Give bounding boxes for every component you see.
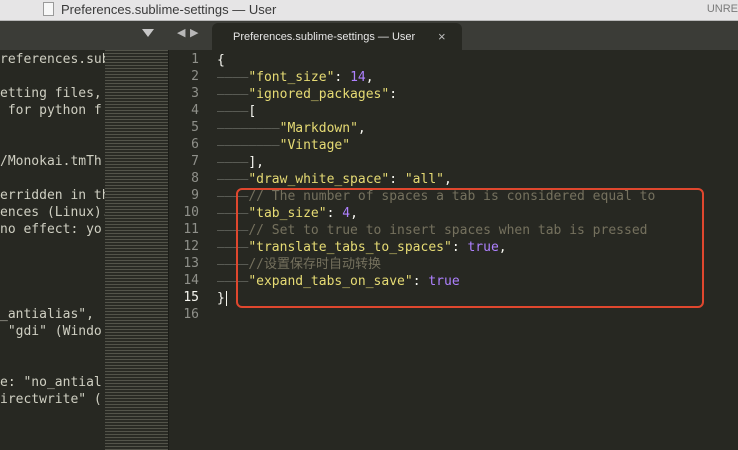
left-pane-line: etting files, [0, 86, 102, 101]
line-number: 6 [191, 137, 199, 152]
string-token: "all" [404, 172, 444, 187]
string-token: "font_size" [248, 70, 335, 85]
string-token: "draw_white_space" [248, 172, 390, 187]
line-number: 4 [191, 103, 199, 118]
line-number: 5 [191, 120, 199, 135]
text-cursor [226, 291, 227, 306]
line-number: 9 [191, 188, 199, 203]
line-number: 7 [191, 154, 199, 169]
left-pane-line: irectwrite" ( [0, 392, 102, 407]
left-pane-line: erridden in th [0, 188, 105, 203]
string-token: "ignored_packages" [248, 87, 390, 102]
whitespace-marker: ———— [217, 70, 249, 85]
line-number: 16 [183, 307, 199, 322]
line-number-gutter: 1 2 3 4 5 6 7 8 9 10 11 12 13 14 15 16 [169, 50, 209, 450]
code-line: ————"draw_white_space": "all", [217, 171, 452, 188]
left-pane-line: "gdi" (Windo [0, 324, 102, 339]
whitespace-marker: ———— [217, 104, 249, 119]
whitespace-marker: ———— [217, 87, 249, 102]
punctuation: : [389, 87, 398, 102]
punctuation: , [357, 121, 366, 136]
left-pane-line: /Monokai.tmTh [0, 154, 102, 169]
punctuation: , [444, 172, 452, 187]
number-token: 14 [350, 70, 366, 85]
line-number: 10 [183, 205, 199, 220]
title-bar: Preferences.sublime-settings — User UNRE [0, 0, 738, 21]
punctuation: , [365, 70, 374, 85]
tab-preferences[interactable]: Preferences.sublime-settings — User × [212, 23, 462, 50]
code-line: ————[ [217, 103, 256, 120]
document-icon [43, 2, 54, 16]
tab-dropdown-icon[interactable] [142, 29, 154, 37]
string-token: "Markdown" [279, 121, 358, 136]
line-number: 2 [191, 69, 199, 84]
whitespace-marker: ———— [217, 172, 249, 187]
tab-nav-right-icon[interactable]: ▶ [190, 26, 198, 39]
tab-label: Preferences.sublime-settings — User [233, 31, 416, 43]
punctuation: { [217, 53, 225, 68]
punctuation: : [334, 70, 351, 85]
unregistered-label: UNRE [706, 3, 738, 15]
whitespace-marker: ———————— [217, 138, 280, 153]
code-line: ————], [217, 154, 264, 171]
left-pane-line: no effect: yo [0, 222, 102, 237]
string-token: "Vintage" [279, 138, 351, 153]
line-number: 12 [183, 239, 199, 254]
punctuation: ], [248, 155, 264, 170]
code-line: ————————"Vintage" [217, 137, 350, 154]
punctuation: [ [248, 104, 257, 119]
line-number: 14 [183, 273, 199, 288]
left-pane-line: e: "no_antial [0, 375, 102, 390]
left-pane-line: for python f [0, 103, 102, 118]
close-icon[interactable]: × [438, 29, 446, 44]
highlight-annotation-box [236, 188, 704, 308]
code-line: ————————"Markdown", [217, 120, 366, 137]
whitespace-marker: ———— [217, 155, 249, 170]
line-number: 3 [191, 86, 199, 101]
line-number: 15 [183, 290, 199, 305]
left-editor-pane[interactable]: references.sub etting files, for python f… [0, 50, 105, 450]
line-number: 8 [191, 171, 199, 186]
tab-nav-left-icon[interactable]: ◀ [177, 26, 185, 39]
minimap[interactable] [105, 50, 168, 450]
line-number: 1 [191, 52, 199, 67]
left-pane-line: references.sub [0, 52, 105, 67]
line-number: 11 [183, 222, 199, 237]
whitespace-marker: ———————— [217, 121, 280, 136]
left-pane-line: ences (Linux). [0, 205, 105, 220]
left-pane-line: _antialias", [0, 307, 94, 322]
tab-bar: ◀ ▶ Preferences.sublime-settings — User … [0, 21, 738, 50]
code-line: } [217, 290, 225, 307]
code-line: ————"font_size": 14, [217, 69, 374, 86]
line-number: 13 [183, 256, 199, 271]
punctuation: } [217, 291, 225, 306]
window-title: Preferences.sublime-settings — User [61, 2, 277, 17]
code-line: { [217, 52, 225, 69]
punctuation: : [389, 172, 405, 187]
code-line: ————"ignored_packages": [217, 86, 397, 103]
